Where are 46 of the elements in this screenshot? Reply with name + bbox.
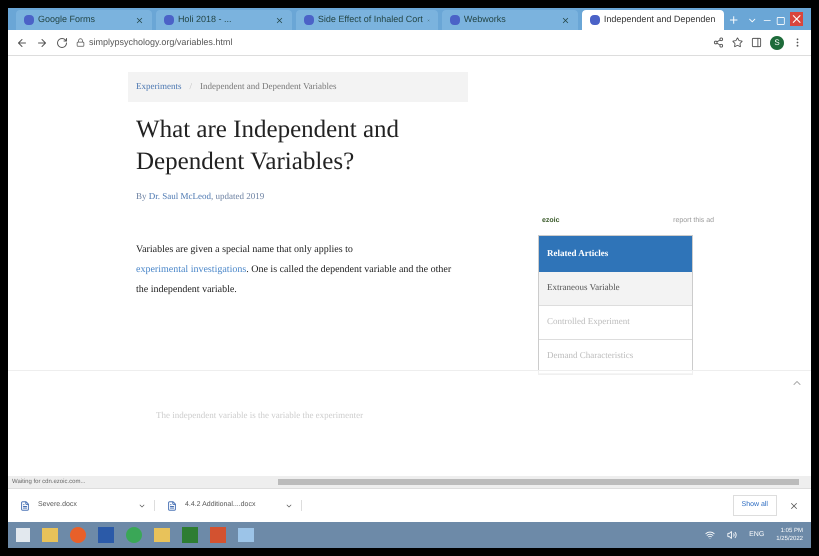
address-bar[interactable]: simplypsychology.org/variables.html xyxy=(76,36,705,50)
share-icon[interactable] xyxy=(713,37,724,48)
breadcrumb-link[interactable]: Experiments xyxy=(136,80,182,94)
back-icon[interactable] xyxy=(16,36,28,48)
browser-tab[interactable]: Side Effect of Inhaled Cort xyxy=(296,10,438,30)
close-icon[interactable] xyxy=(790,12,804,26)
profile-avatar[interactable]: S xyxy=(770,36,784,50)
browser-tab[interactable]: Webworks xyxy=(442,10,578,30)
article-title: What are Independent and Dependent Variables? xyxy=(135,115,400,177)
bookmark-star-icon[interactable] xyxy=(732,37,743,48)
document-icon xyxy=(167,500,177,510)
forward-icon[interactable] xyxy=(36,36,48,48)
tab-favicon-icon xyxy=(24,15,34,25)
tab-favicon-icon xyxy=(164,15,174,25)
browser-tab[interactable]: Google Forms xyxy=(16,10,152,30)
tab-title: Webworks xyxy=(464,13,507,26)
tab-favicon-icon xyxy=(590,15,600,25)
intro-paragraph: Variables are given a special name that only applies to experimental investigations. One is called the dependent variable and the other the independent variable. xyxy=(135,242,452,296)
related-article-link[interactable]: Extraneous Variable xyxy=(539,272,692,306)
maximize-icon[interactable] xyxy=(776,16,786,26)
author-link[interactable]: Dr. Saul McLeod xyxy=(148,191,212,201)
browser-tab[interactable]: Independent and Dependen xyxy=(582,10,724,30)
tab-favicon-icon xyxy=(450,15,460,25)
article-link[interactable]: experimental investigations xyxy=(136,264,246,274)
new-tab-icon[interactable] xyxy=(728,14,740,26)
tab-title: Independent and Dependen xyxy=(604,13,716,26)
browser-tab[interactable]: Holi 2018 - ... xyxy=(156,10,292,30)
speaker-icon[interactable] xyxy=(727,530,738,540)
wifi-icon[interactable] xyxy=(705,530,716,540)
horizontal-scrollbar[interactable] xyxy=(278,479,799,485)
breadcrumb-separator: / xyxy=(190,80,192,94)
close-icon[interactable] xyxy=(134,16,144,24)
tab-title: Holi 2018 - ... xyxy=(178,13,232,26)
close-icon[interactable] xyxy=(274,16,284,24)
tab-favicon-icon xyxy=(304,15,314,25)
tab-title: Side Effect of Inhaled Cort xyxy=(318,13,423,26)
close-icon[interactable] xyxy=(560,16,570,24)
document-icon xyxy=(20,500,30,510)
breadcrumb-current: Independent and Dependent Variables xyxy=(200,80,337,94)
tab-title: Google Forms xyxy=(38,13,96,26)
close-icon[interactable] xyxy=(789,500,799,510)
reload-icon[interactable] xyxy=(56,36,68,48)
byline: By Dr. Saul McLeod, updated 2019 xyxy=(135,190,266,203)
related-articles-heading: Related Articles xyxy=(539,236,692,272)
side-panel-icon[interactable] xyxy=(751,37,762,48)
lock-icon xyxy=(76,38,85,47)
